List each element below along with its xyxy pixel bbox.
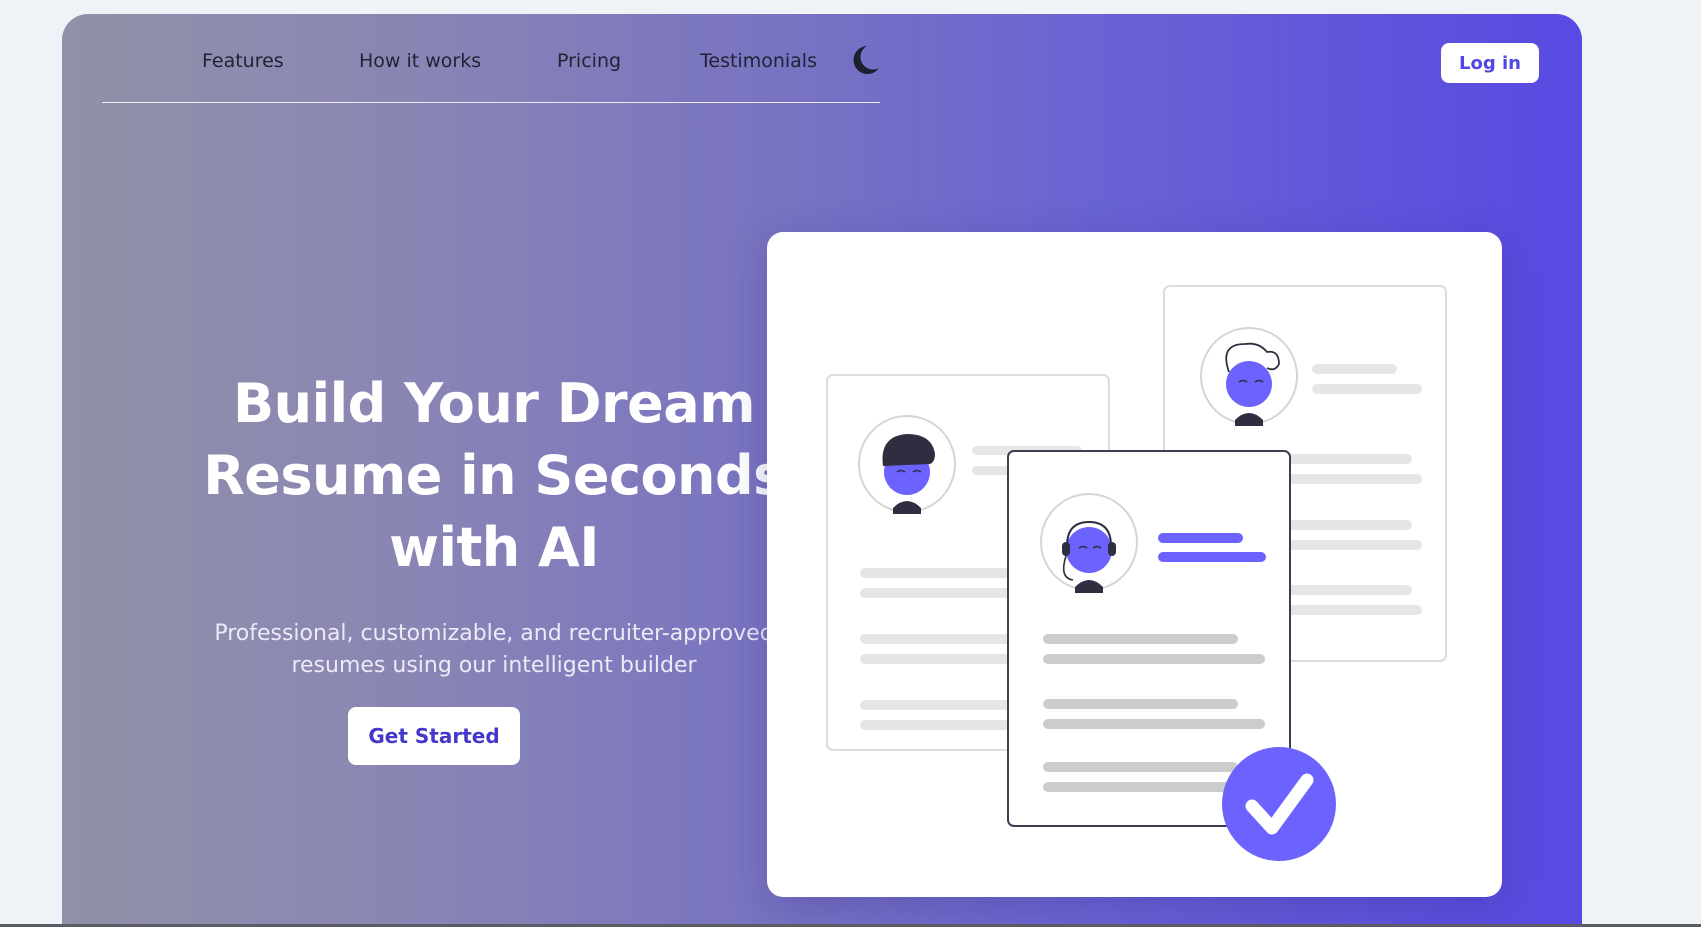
nav-link-testimonials[interactable]: Testimonials: [700, 50, 817, 72]
resume-illustration-card: [767, 232, 1502, 897]
checkmark-icon: [1222, 747, 1336, 861]
hero-section: Features How it works Pricing Testimonia…: [62, 14, 1582, 927]
resume-illustration: [826, 285, 1447, 861]
hero-headline: Build Your Dream Resume in Seconds with …: [122, 368, 866, 584]
moon-icon[interactable]: [850, 44, 880, 76]
get-started-button[interactable]: Get Started: [348, 707, 520, 765]
nav-link-features[interactable]: Features: [202, 50, 284, 72]
top-nav: Features How it works Pricing Testimonia…: [102, 14, 880, 103]
hero-subtitle: Professional, customizable, and recruite…: [122, 618, 866, 682]
headline-line-3: with AI: [389, 516, 599, 579]
nav-link-how-it-works[interactable]: How it works: [359, 50, 481, 72]
login-button[interactable]: Log in: [1441, 43, 1539, 83]
subtitle-line-2: resumes using our intelligent builder: [291, 653, 697, 678]
nav-link-pricing[interactable]: Pricing: [557, 50, 621, 72]
headline-line-1: Build Your Dream: [233, 372, 755, 435]
subtitle-line-1: Professional, customizable, and recruite…: [214, 621, 774, 646]
headline-line-2: Resume in Seconds: [203, 444, 785, 507]
